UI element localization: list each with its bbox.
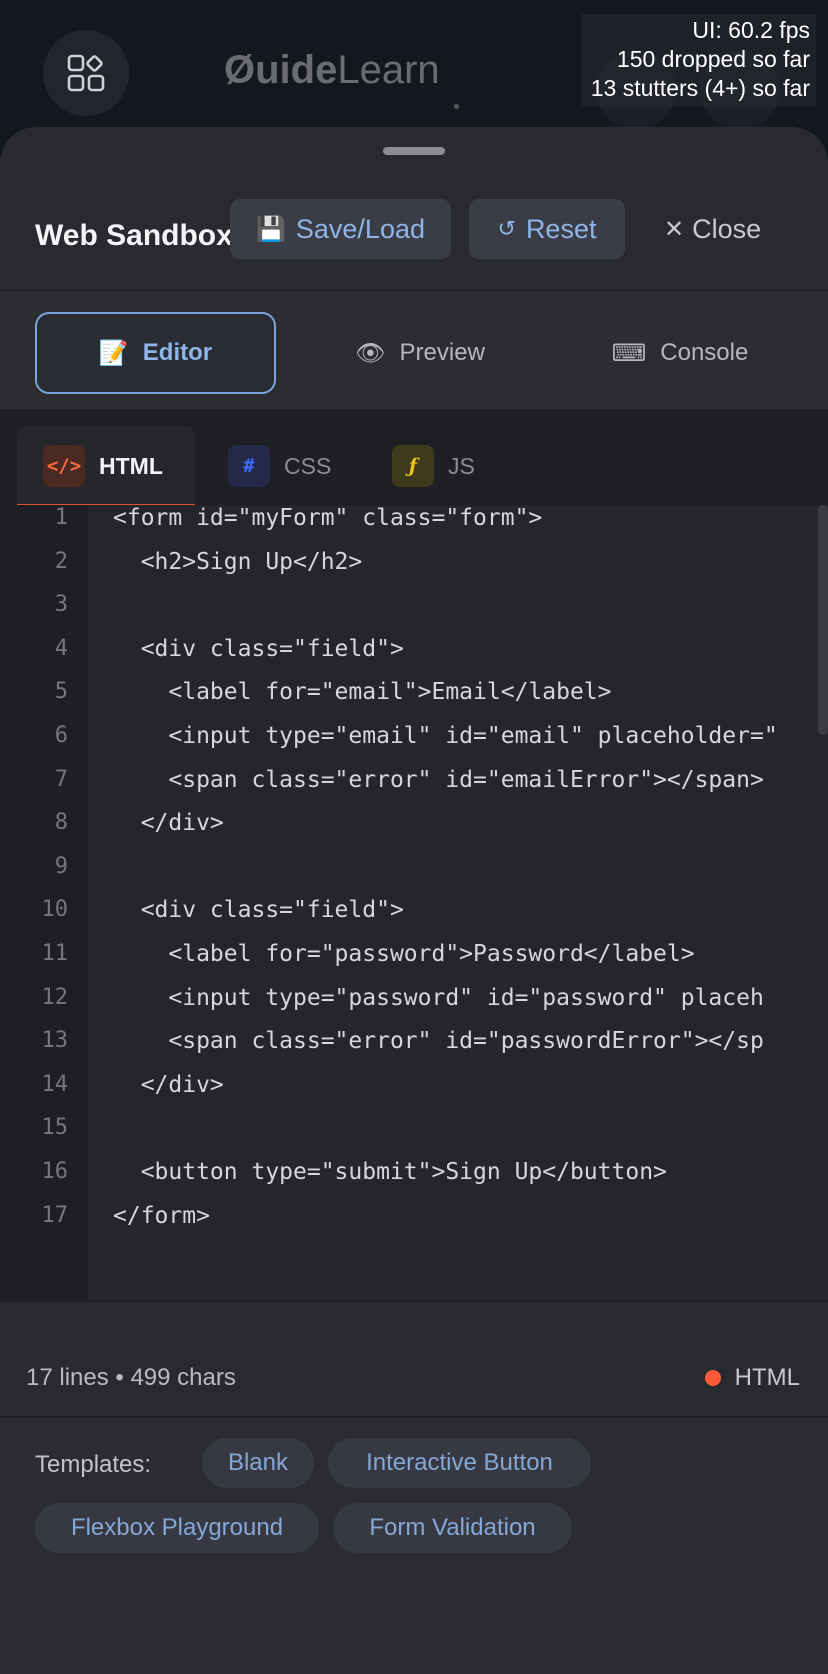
language-label: HTML: [734, 1364, 800, 1391]
file-tabs: </> HTML # CSS ƒ JS: [0, 426, 828, 508]
code-editor[interactable]: 1 2 3 4 5 6 7 8 9 10 11 12 13 14 15 16 17 <form id="myFo…: [0, 505, 828, 1300]
code-line: <form id="myForm" class="form">: [113, 505, 543, 531]
editor-scrollbar[interactable]: [818, 505, 828, 735]
code-line: <input type="email" id="email" placehold…: [113, 723, 778, 749]
perf-fps: UI: 60.2 fps: [692, 17, 810, 43]
close-button[interactable]: ✕ Close: [664, 199, 761, 259]
language-dot-icon: [704, 1370, 721, 1386]
file-tab-css-label: CSS: [284, 452, 332, 479]
template-chip-interactive-button[interactable]: Interactive Button: [328, 1438, 591, 1488]
line-number: 2: [54, 548, 68, 574]
reset-icon: ↺: [497, 216, 516, 241]
line-number: 7: [54, 766, 68, 792]
tab-editor-label: Editor: [142, 339, 213, 366]
floppy-disk-icon: 💾: [256, 215, 286, 243]
reset-button[interactable]: ↺ Reset: [469, 199, 625, 259]
main-tabs: 📝 Editor 👁 Preview ⌨ Console: [0, 291, 828, 409]
code-line: </form>: [113, 1202, 210, 1229]
close-label: Close: [692, 213, 762, 244]
template-chip-flexbox-playground[interactable]: Flexbox Playground: [35, 1503, 319, 1553]
hash-icon: #: [228, 445, 270, 487]
code-line: <label for="email">Email</label>: [113, 679, 612, 706]
apps-menu-button[interactable]: [43, 30, 129, 116]
sheet-title: Web Sandbox: [35, 219, 233, 252]
tab-preview-label: Preview: [399, 339, 485, 366]
file-tab-js-label: JS: [448, 452, 475, 479]
grid-shapes-icon: [67, 54, 105, 92]
tab-console[interactable]: ⌨ Console: [590, 312, 770, 394]
file-tab-html[interactable]: </> HTML: [17, 426, 195, 506]
line-number: 9: [54, 853, 68, 879]
code-stats: 17 lines • 499 chars: [26, 1364, 236, 1391]
code-line: <div class="field">: [113, 635, 404, 662]
templates-label: Templates:: [35, 1451, 152, 1478]
logo-text-light: Learn: [337, 48, 440, 92]
line-number: 6: [54, 723, 68, 748]
line-number: 1: [54, 505, 68, 530]
line-number: 14: [41, 1071, 69, 1097]
app-bar: ØuideLearn UI: 60.2 fps 150 dropped so f…: [0, 0, 828, 130]
code-line: <div class="field">: [113, 897, 404, 924]
line-number: 12: [41, 984, 69, 1010]
app-logo: ØuideLearn: [224, 48, 440, 93]
tab-preview[interactable]: 👁 Preview: [320, 312, 520, 394]
template-chip-form-validation[interactable]: Form Validation: [333, 1503, 572, 1553]
line-number: 16: [41, 1159, 69, 1184]
line-number: 8: [54, 810, 68, 836]
line-number: 17: [41, 1202, 69, 1228]
line-number: 4: [54, 635, 68, 661]
line-number: 11: [41, 941, 69, 966]
sheet-header: Web Sandbox 💾 Save/Load ↺ Reset ✕ Close: [0, 187, 828, 271]
logo-text-bold: uide: [255, 48, 338, 92]
file-tab-css[interactable]: # CSS: [228, 426, 348, 506]
function-icon: ƒ: [392, 445, 434, 487]
keyboard-icon: ⌨: [611, 339, 647, 367]
eye-icon: 👁: [355, 339, 386, 367]
logo-mark: Ø: [224, 48, 256, 92]
file-tab-html-label: HTML: [99, 452, 163, 479]
close-icon: ✕: [664, 215, 685, 243]
perf-overlay: UI: 60.2 fps 150 dropped so far 13 stutt…: [580, 14, 816, 107]
code-brackets-icon: </>: [43, 445, 85, 487]
code-line: <button type="submit">Sign Up</button>: [113, 1159, 667, 1185]
tab-console-label: Console: [660, 339, 749, 366]
perf-stutters: 13 stutters (4+) so far: [590, 75, 810, 101]
line-number: 10: [41, 897, 69, 923]
code-line: <label for="password">Password</label>: [113, 941, 695, 967]
save-load-button[interactable]: 💾 Save/Load: [230, 199, 451, 259]
line-number: 15: [41, 1115, 69, 1141]
code-line: <input type="password" id="password" pla…: [113, 984, 764, 1011]
line-number: 5: [54, 679, 68, 705]
language-indicator: HTML: [704, 1364, 800, 1392]
templates-section: Templates: Blank Interactive Button Flex…: [0, 1418, 828, 1674]
memo-icon: 📝: [98, 339, 129, 367]
line-number: 3: [54, 592, 68, 618]
file-tab-js[interactable]: ƒ JS: [392, 426, 492, 506]
editor-status-bar: 17 lines • 499 chars HTML: [0, 1340, 828, 1418]
save-load-label: Save/Load: [295, 213, 425, 244]
code-line: </div>: [113, 810, 224, 837]
code-line: </div>: [113, 1071, 224, 1098]
drag-handle[interactable]: [383, 147, 445, 155]
code-line: <h2>Sign Up</h2>: [113, 548, 363, 575]
line-number: 13: [41, 1028, 69, 1054]
code-line: <span class="error" id="emailError"></sp…: [113, 766, 764, 793]
reset-label: Reset: [525, 213, 597, 244]
line-number-gutter: 1 2 3 4 5 6 7 8 9 10 11 12 13 14 15 16 17: [0, 505, 88, 1300]
code-line: <span class="error" id="passwordError"><…: [113, 1028, 764, 1055]
logo-dot: [454, 104, 459, 109]
tab-editor[interactable]: 📝 Editor: [35, 312, 276, 394]
code-text-area[interactable]: <form id="myForm" class="form"> <h2>Sign…: [88, 505, 828, 1300]
perf-dropped: 150 dropped so far: [616, 46, 810, 72]
template-chip-blank[interactable]: Blank: [202, 1438, 314, 1488]
